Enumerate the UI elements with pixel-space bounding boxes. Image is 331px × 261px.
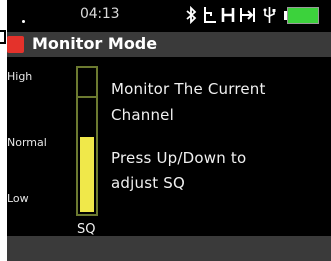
signal-step-icon [204,7,216,23]
page-title: Monitor Mode [32,34,158,53]
title-bar: Monitor Mode [7,32,331,57]
sq-level-meter[interactable] [76,66,98,216]
bezel-bracket-bottom [0,42,6,44]
level-label-low: Low [7,192,29,205]
message-line-1: Monitor The Current [111,80,266,98]
battery-icon [284,7,320,24]
meter-fill [80,137,94,212]
meter-divider [78,96,96,98]
device-screen: 04:13 Monitor Mode High Normal Low SQ Mo… [7,0,331,261]
usb-icon [263,7,276,23]
message-line-4: adjust SQ [111,174,185,192]
message-line-3: Press Up/Down to [111,149,247,167]
bluetooth-icon [186,6,197,24]
bottom-bar [7,236,331,261]
skip-to-end-icon [240,8,255,22]
status-bar: 04:13 [7,0,331,31]
level-label-high: High [7,70,33,83]
h-icon [221,8,235,22]
mode-indicator [7,36,24,53]
message-line-2: Channel [111,106,174,124]
clock: 04:13 [80,6,120,22]
status-dot [22,20,25,23]
level-label-normal: Normal [7,136,47,149]
meter-label: SQ [77,222,96,237]
